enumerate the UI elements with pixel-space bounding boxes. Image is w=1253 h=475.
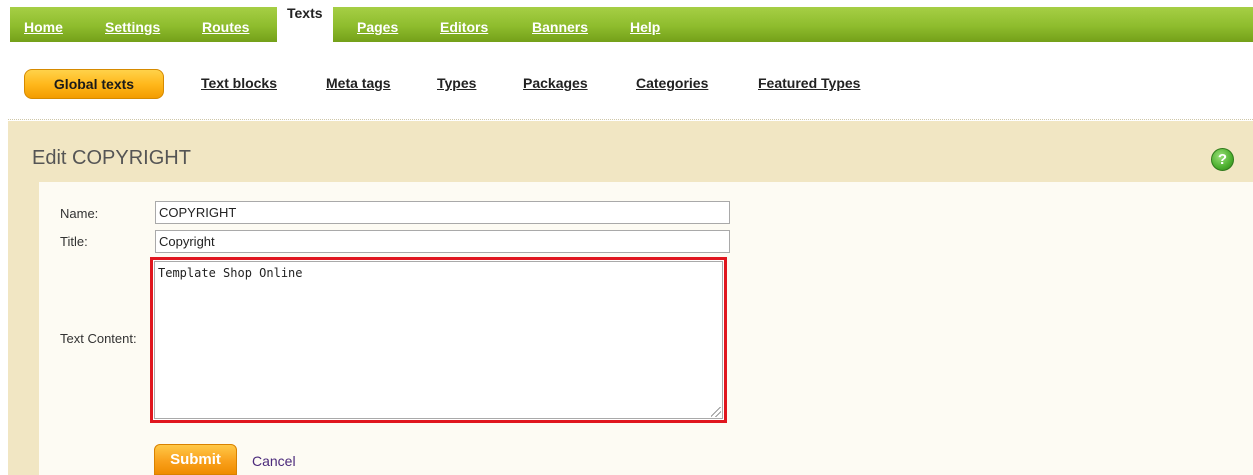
page-title: Edit COPYRIGHT — [32, 147, 191, 169]
sub-navigation-bar: Global texts Text blocks Meta tags Types… — [0, 42, 1253, 120]
nav-texts-label: Texts — [287, 5, 323, 21]
submit-button[interactable]: Submit — [154, 444, 237, 475]
name-field[interactable]: COPYRIGHT — [155, 201, 730, 224]
nav-settings[interactable]: Settings — [105, 7, 160, 42]
nav-editors[interactable]: Editors — [440, 7, 488, 42]
nav-help[interactable]: Help — [630, 7, 660, 42]
subnav-packages[interactable]: Packages — [523, 75, 588, 91]
title-label: Title: — [60, 234, 88, 249]
subnav-types[interactable]: Types — [437, 75, 476, 91]
help-question-icon[interactable]: ? — [1211, 148, 1234, 171]
divider — [8, 119, 1253, 120]
subnav-featured-types[interactable]: Featured Types — [758, 75, 860, 91]
top-navigation-bar: Home Settings Routes Texts Pages Editors… — [10, 5, 1253, 45]
text-content-highlight: Template Shop Online — [150, 257, 727, 423]
subnav-meta-tags[interactable]: Meta tags — [326, 75, 391, 91]
title-field[interactable]: Copyright — [155, 230, 730, 253]
nav-routes[interactable]: Routes — [202, 7, 249, 42]
nav-texts[interactable]: Texts — [277, 5, 333, 45]
text-content-label: Text Content: — [60, 331, 137, 346]
name-label: Name: — [60, 206, 99, 221]
resize-grip-icon[interactable] — [711, 407, 721, 417]
subnav-categories[interactable]: Categories — [636, 75, 708, 91]
nav-pages[interactable]: Pages — [357, 7, 398, 42]
subnav-global-texts[interactable]: Global texts — [24, 69, 164, 99]
nav-banners[interactable]: Banners — [532, 7, 588, 42]
text-content-textarea[interactable]: Template Shop Online — [154, 261, 723, 419]
nav-home[interactable]: Home — [24, 7, 63, 42]
subnav-text-blocks[interactable]: Text blocks — [201, 75, 277, 91]
cancel-link[interactable]: Cancel — [252, 453, 296, 469]
